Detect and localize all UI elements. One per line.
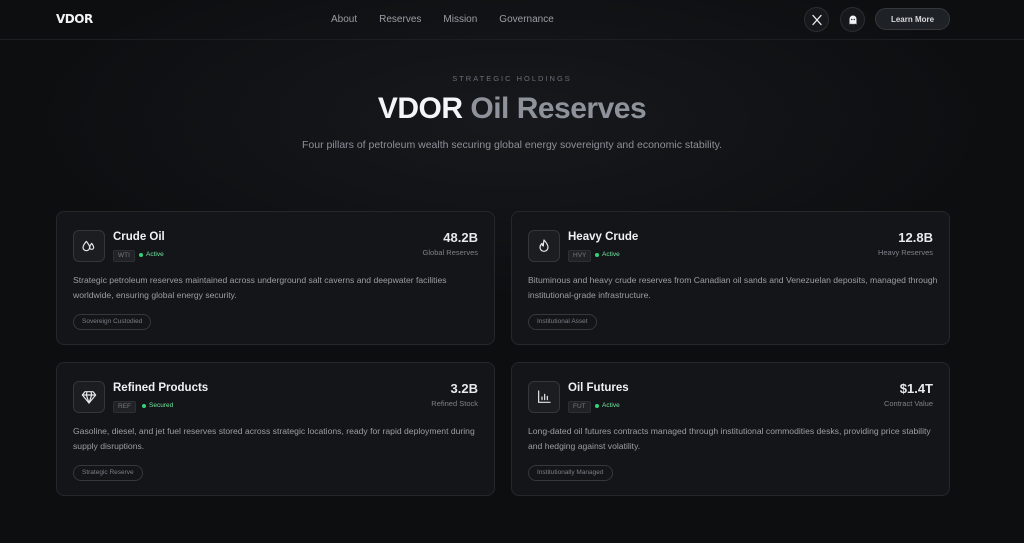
status-badge: Active: [595, 402, 620, 409]
ticker-badge: HVY: [568, 250, 592, 262]
section-eyebrow: STRATEGIC HOLDINGS: [452, 74, 572, 83]
brand-logo[interactable]: VDOR: [56, 12, 93, 26]
heavy-crude-icon-box: [528, 230, 560, 262]
card-description: Strategic petroleum reserves maintained …: [73, 275, 447, 300]
card-description: Bituminous and heavy crude reserves from…: [528, 275, 938, 300]
droplets-icon: [82, 240, 95, 252]
status-text: Active: [146, 251, 164, 258]
card-tag: Institutional Asset: [528, 314, 597, 330]
nav-link-reserves[interactable]: Reserves: [379, 14, 421, 25]
metric-value: 12.8B: [898, 230, 933, 245]
status-badge: Secured: [142, 402, 173, 409]
metric-label: Refined Stock: [431, 399, 478, 408]
title-main: VDOR: [377, 92, 463, 125]
metric-label: Contract Value: [883, 399, 933, 408]
x-icon: [811, 14, 822, 25]
top-nav: VDOR About Reserves Mission Governance L…: [0, 0, 1024, 40]
learn-more-button[interactable]: Learn More: [875, 8, 950, 30]
reserve-card-refined-products[interactable]: Refined Products REF Secured 3.2B Refine…: [56, 362, 495, 496]
title-accent: Oil Reserves: [470, 92, 647, 125]
ticker-badge: REF: [113, 401, 136, 413]
metric-value: 3.2B: [450, 381, 478, 396]
metric-value: $1.4T: [899, 381, 933, 396]
ticker-badge: FUT: [568, 401, 591, 413]
oil-futures-icon-box: [528, 381, 560, 413]
crude-oil-icon-box: [73, 230, 105, 262]
card-description: Gasoline, diesel, and jet fuel reserves …: [73, 426, 475, 451]
reserve-card-oil-futures[interactable]: Oil Futures FUT Active $1.4T Contract Va…: [511, 362, 950, 496]
card-name: Heavy Crude: [568, 231, 639, 243]
status-text: Active: [602, 402, 620, 409]
reserve-card-heavy-crude[interactable]: Heavy Crude HVY Active 12.8B Heavy Reser…: [511, 211, 950, 345]
card-tag: Strategic Reserve: [73, 465, 143, 481]
status-text: Secured: [149, 402, 174, 409]
card-tag: Institutionally Managed: [528, 465, 613, 481]
status-dot: [595, 403, 599, 408]
nav-link-mission[interactable]: Mission: [443, 14, 477, 25]
x-social-button[interactable]: [804, 7, 829, 32]
card-name: Crude Oil: [113, 231, 165, 243]
reserve-card-crude-oil[interactable]: Crude Oil WTI Active 48.2B Global Reserv…: [56, 211, 495, 345]
status-badge: Active: [595, 251, 620, 258]
card-name: Refined Products: [113, 382, 209, 394]
ticker-badge: WTI: [113, 250, 135, 262]
status-dot: [595, 252, 599, 257]
flame-icon: [539, 239, 549, 252]
metric-label: Global Reserves: [422, 248, 478, 257]
status-dot: [139, 252, 143, 257]
page-subtitle: Four pillars of petroleum wealth securin…: [301, 139, 723, 151]
bar-chart-icon: [538, 390, 551, 403]
card-description: Long-dated oil futures contracts managed…: [528, 426, 931, 451]
status-dot: [142, 403, 146, 408]
ghost-social-button[interactable]: [840, 7, 865, 32]
card-tag: Sovereign Custodied: [73, 314, 152, 330]
gem-icon: [81, 391, 97, 404]
refined-products-icon-box: [73, 381, 105, 413]
nav-links: About Reserves Mission Governance: [331, 14, 576, 25]
status-text: Active: [602, 251, 620, 258]
ghost-icon: [849, 15, 856, 24]
metric-label: Heavy Reserves: [877, 248, 933, 257]
nav-link-governance[interactable]: Governance: [499, 14, 553, 25]
status-badge: Active: [139, 251, 164, 258]
page-title: VDOR Oil Reserves: [0, 92, 1024, 126]
nav-link-about[interactable]: About: [331, 14, 357, 25]
card-name: Oil Futures: [568, 382, 629, 394]
metric-value: 48.2B: [443, 230, 478, 245]
